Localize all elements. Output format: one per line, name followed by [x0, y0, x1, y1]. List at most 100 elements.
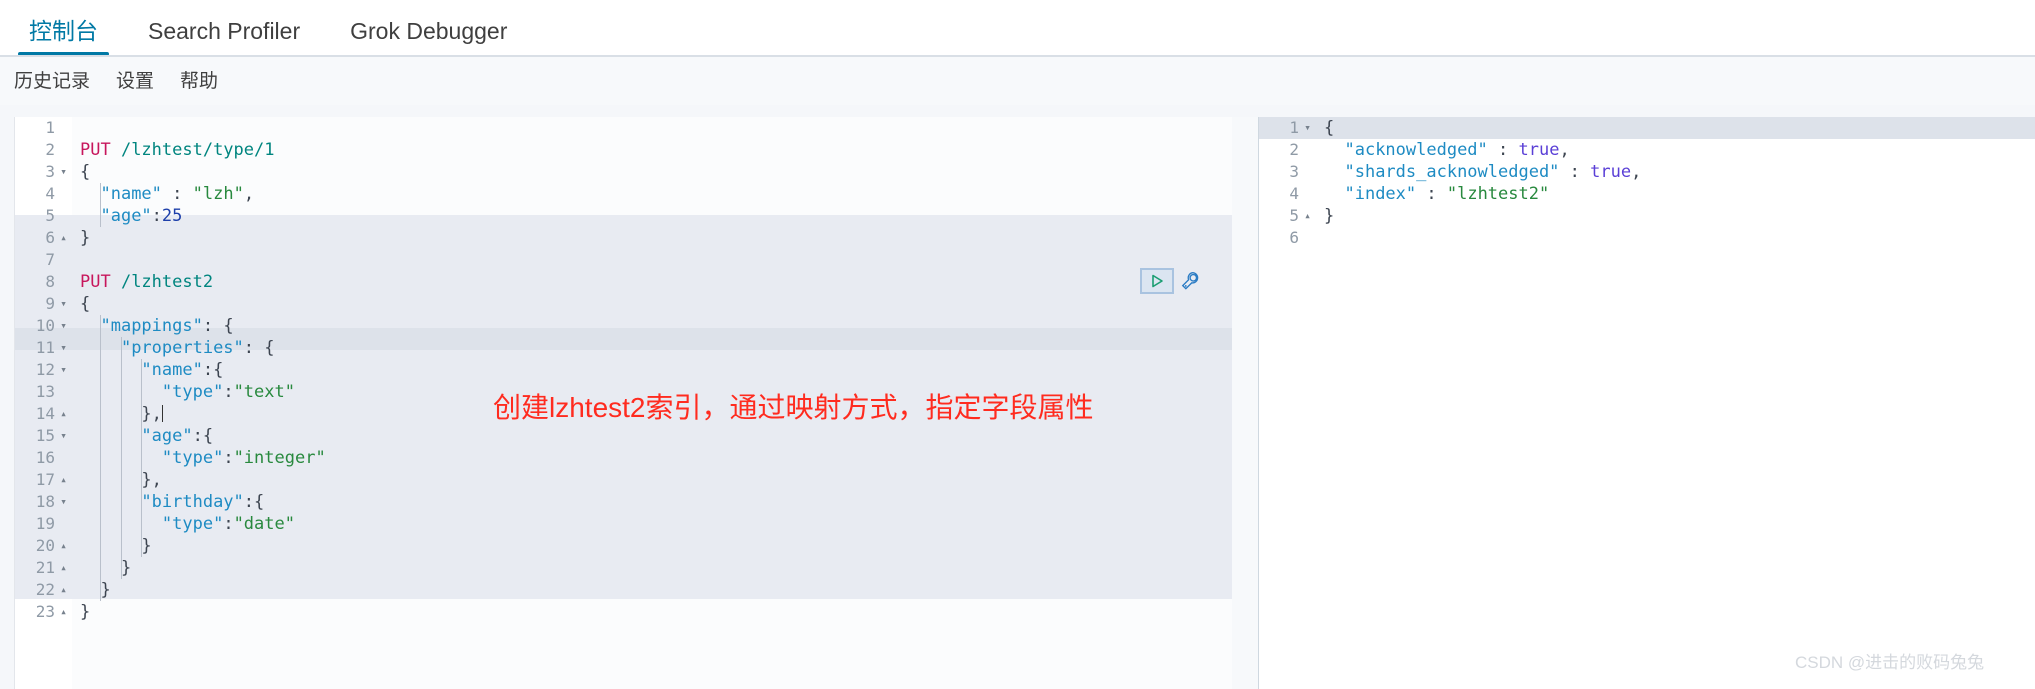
fold-toggle-icon[interactable]: ▾: [1299, 117, 1316, 139]
code-token: "age": [141, 426, 193, 446]
tab-search-profiler-label: Search Profiler: [148, 18, 301, 44]
indent-guide: [100, 513, 102, 535]
line-number: 11: [35, 338, 55, 357]
fold-toggle-icon[interactable]: ▾: [55, 337, 72, 359]
code-token: "name": [100, 184, 162, 204]
line-number: 19: [35, 514, 55, 533]
fold-toggle-icon[interactable]: ▴: [55, 557, 72, 579]
fold-toggle-icon[interactable]: ▾: [55, 491, 72, 513]
subnav-item-history[interactable]: 历史记录: [14, 72, 90, 91]
indent-guide: [120, 535, 122, 557]
line-number: 21: [35, 558, 55, 577]
code-token: /lzhtest/type/1: [120, 140, 275, 160]
fold-toggle-icon[interactable]: ▾: [55, 425, 72, 447]
code-line: 3 ▾ {: [15, 161, 1233, 183]
indent-guide: [141, 403, 143, 425]
secondary-nav: 历史记录 设置 帮助: [0, 57, 2035, 105]
fold-toggle-icon[interactable]: ▴: [1299, 205, 1316, 227]
fold-toggle-icon[interactable]: ▾: [55, 315, 72, 337]
fold-toggle-icon[interactable]: ▴: [55, 403, 72, 425]
tab-console[interactable]: 控制台: [9, 20, 118, 56]
line-number: 6: [1289, 228, 1299, 247]
fold-toggle-icon[interactable]: ▾: [55, 161, 72, 183]
top-tab-bar: 控制台 Search Profiler Grok Debugger: [0, 0, 2035, 57]
indent-guide: [141, 359, 143, 381]
indent-guide: [120, 381, 122, 403]
fold-toggle-icon[interactable]: ▴: [55, 601, 72, 623]
code-line: 5 ▴}: [1259, 205, 2035, 227]
line-number: 17: [35, 470, 55, 489]
code-line: 22 ▴ }: [15, 579, 1233, 601]
code-line-text: },: [72, 403, 163, 425]
code-line: 23 ▴}: [15, 601, 1233, 623]
code-token: ,: [1559, 140, 1570, 160]
code-token: "birthday": [141, 492, 244, 512]
code-line: 3 "shards_acknowledged" : true,: [1259, 161, 2035, 183]
code-token: },: [141, 470, 162, 490]
indent-guide: [120, 425, 122, 447]
fold-toggle-icon[interactable]: ▾: [55, 293, 72, 315]
code-token: "type": [161, 514, 224, 534]
code-token: ,: [243, 184, 255, 204]
code-token: :{: [192, 426, 214, 446]
indent-guide: [100, 183, 102, 205]
code-token: }: [1324, 206, 1335, 226]
indent-guide: [141, 513, 143, 535]
code-token: "text": [233, 382, 295, 402]
fold-toggle-icon[interactable]: ▴: [55, 469, 72, 491]
tab-list: 控制台 Search Profiler Grok Debugger: [0, 0, 2035, 56]
line-number: 12: [35, 360, 55, 379]
code-line-text: "acknowledged" : true,: [1316, 139, 1570, 161]
code-token: true: [1590, 162, 1632, 182]
line-number: 3: [45, 162, 55, 181]
fold-toggle-icon[interactable]: ▾: [55, 359, 72, 381]
tab-search-profiler[interactable]: Search Profiler: [128, 20, 320, 56]
code-line-text: }: [72, 227, 90, 249]
line-number: 9: [45, 294, 55, 313]
annotation-text: 创建lzhtest2索引，通过映射方式，指定字段属性: [493, 392, 1094, 423]
code-token: :: [161, 184, 193, 204]
code-token: PUT: [80, 272, 121, 292]
indent-guide: [100, 469, 102, 491]
code-line: 2 "acknowledged" : true,: [1259, 139, 2035, 161]
line-number: 6: [45, 228, 55, 247]
code-line-text: "type":"text": [72, 381, 295, 403]
code-line-text: "mappings": {: [72, 315, 234, 337]
indent-guide: [141, 381, 143, 403]
code-token: },: [141, 404, 162, 424]
fold-toggle-icon[interactable]: ▴: [55, 535, 72, 557]
code-token: PUT: [80, 140, 121, 160]
code-line-text: PUT /lzhtest2: [72, 271, 213, 293]
code-token: :: [1487, 140, 1519, 160]
indent-guide: [120, 337, 122, 359]
indent-guide: [100, 337, 102, 359]
send-request-button[interactable]: [1140, 268, 1174, 294]
code-token: true: [1518, 140, 1560, 160]
request-menu-button[interactable]: [1180, 270, 1202, 292]
code-token: "acknowledged": [1344, 140, 1488, 160]
response-code: 1 ▾{2 "acknowledged" : true, 3 "shards_ack…: [1259, 117, 2035, 249]
indent-guide: [141, 491, 143, 513]
fold-toggle-icon[interactable]: ▴: [55, 579, 72, 601]
subnav-item-settings[interactable]: 设置: [116, 72, 154, 91]
code-token: }: [100, 580, 111, 600]
code-line-text: "birthday":{: [72, 491, 264, 513]
code-line-text: }: [72, 535, 152, 557]
code-token: {: [1324, 118, 1335, 138]
code-line: 1 ▾ {: [1259, 117, 2035, 139]
response-panel[interactable]: 1 ▾{2 "acknowledged" : true, 3 "shards_ack…: [1258, 117, 2035, 689]
subnav-item-help[interactable]: 帮助: [180, 72, 218, 91]
indent-guide: [120, 403, 122, 425]
tab-grok-debugger[interactable]: Grok Debugger: [330, 20, 527, 56]
code-line: 15 ▾ "age":{: [15, 425, 1233, 447]
code-line-text: }: [1316, 205, 1334, 227]
text-cursor: [161, 405, 163, 422]
line-number: 5: [1289, 206, 1299, 225]
code-token: "mappings": [100, 316, 203, 336]
fold-toggle-icon[interactable]: ▴: [55, 227, 72, 249]
code-token: 25: [161, 206, 183, 226]
